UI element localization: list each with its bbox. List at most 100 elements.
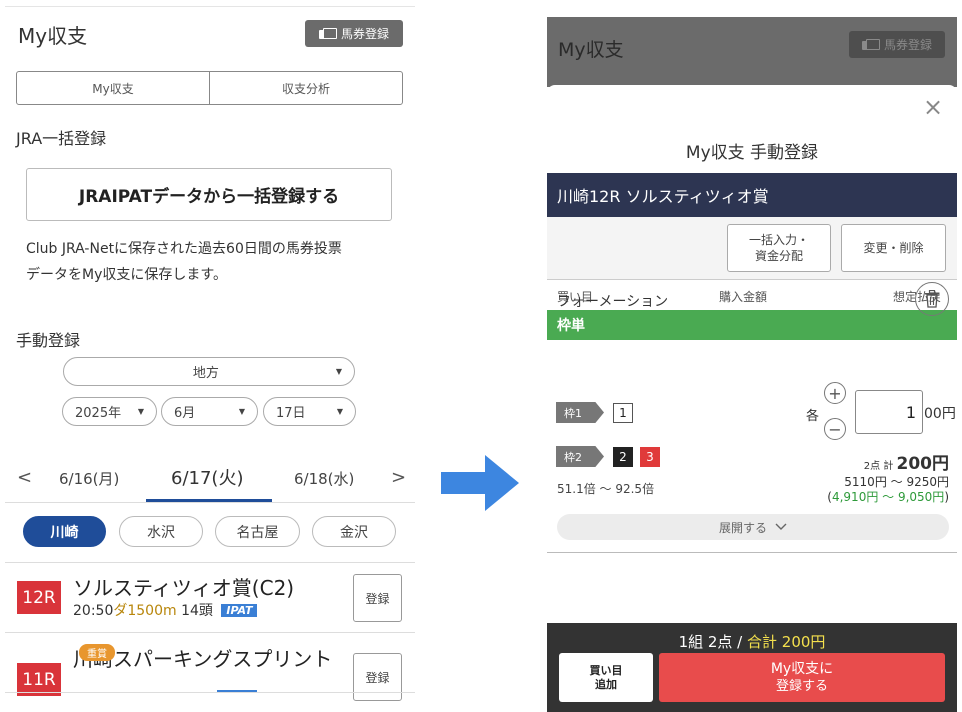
region-select[interactable]: 地方 ▼ <box>63 357 355 386</box>
ticket-icon <box>318 28 337 39</box>
year-value: 2025年 <box>75 406 122 421</box>
add-line2: 追加 <box>595 677 617 691</box>
footer-summary: 1組 2点 / 合計 200円 <box>547 631 957 652</box>
register-ticket-button[interactable]: 馬券登録 <box>305 20 403 47</box>
ipat-badge: IPAT <box>221 604 258 617</box>
chevron-down-icon <box>775 523 787 530</box>
waku2-tag: 枠2 <box>556 446 604 467</box>
payout-range: 5110円 ～ 9250円 <box>844 475 949 489</box>
formation-label: フォーメーション <box>557 294 669 310</box>
total-label: 計 <box>883 461 894 472</box>
waku-number: 2 <box>613 447 633 467</box>
tab-my-balance[interactable]: My収支 <box>17 72 209 104</box>
ticket-icon <box>861 39 880 50</box>
venue-kawasaki[interactable]: 川崎 <box>23 516 106 547</box>
amount-suffix: 00円 <box>924 406 956 422</box>
modal-title: My収支 手動登録 <box>685 143 819 163</box>
jra-desc-line1: Club JRA-Netに保存された過去60日間の馬券投票 <box>26 241 342 257</box>
race-row[interactable]: 12R ソルスティツィオ賞(C2) 20:50ダ1500m 14頭 IPAT 登… <box>5 562 415 632</box>
day-value: 17日 <box>276 406 306 421</box>
jra-description: Club JRA-Netに保存された過去60日間の馬券投票 データをMy収支に保… <box>26 236 401 288</box>
save-line1: My収支に <box>770 660 834 677</box>
close-icon[interactable]: × <box>923 93 943 121</box>
jra-desc-line2: データをMy収支に保存します。 <box>26 267 227 283</box>
month-value: 6月 <box>174 406 196 421</box>
jra-bulk-register-button[interactable]: JRAIPATデータから一括登録する <box>26 168 392 221</box>
profit-close: ) <box>944 490 949 504</box>
day-select[interactable]: 17日 ▼ <box>263 397 356 426</box>
year-select[interactable]: 2025年 ▼ <box>62 397 157 426</box>
sheet-divider <box>547 552 957 553</box>
save-to-balance-button[interactable]: My収支に 登録する <box>659 653 945 702</box>
chevron-down-icon: ▼ <box>137 407 144 416</box>
col-amount: 購入金額 <box>719 290 768 304</box>
profit-line: (4,910円 ～ 9,050円) <box>827 490 949 505</box>
venue-mizusawa[interactable]: 水沢 <box>119 516 203 547</box>
right-screen: My収支 馬券登録 × My収支 手動登録 川崎12R ソルスティツィオ賞 一括… <box>547 17 957 712</box>
edit-delete-button[interactable]: 変更・削除 <box>841 224 946 272</box>
race-heads: 14頭 <box>181 603 213 619</box>
expand-label: 展開する <box>718 520 767 535</box>
dimmed-register-label: 馬券登録 <box>883 38 932 52</box>
date-tab-next[interactable]: 6/18(水) <box>294 468 354 489</box>
action-area: 一括入力・ 資金分配 変更・削除 <box>547 217 957 280</box>
register-ticket-label: 馬券登録 <box>340 27 389 41</box>
view-tabs: My収支 収支分析 <box>16 71 403 105</box>
left-screen: My収支 馬券登録 My収支 収支分析 JRA一括登録 JRAIPATデータから… <box>5 0 415 712</box>
expand-button[interactable]: 展開する <box>557 514 949 540</box>
bet-total: 2点 計 200円 <box>864 449 949 474</box>
jra-section-title: JRA一括登録 <box>16 129 107 148</box>
trash-icon[interactable] <box>915 282 949 316</box>
bulk-input-line1: 一括入力・ <box>748 233 809 247</box>
next-day-icon[interactable]: > <box>391 467 406 488</box>
race-name: ソルスティツィオ賞(C2) <box>73 576 295 600</box>
race-register-button[interactable]: 登録 <box>353 574 402 622</box>
dimmed-header: My収支 馬券登録 <box>547 17 957 87</box>
date-tabs: < 6/16(月) 6/17(火) 6/18(水) > <box>5 455 415 503</box>
odds-range: 51.1倍 ～ 92.5倍 <box>557 482 655 496</box>
waku-number: 1 <box>613 403 633 423</box>
waku1-tag: 枠1 <box>556 402 604 423</box>
bottom-divider <box>5 692 415 693</box>
trash-glyph <box>925 290 939 308</box>
footer-total: 合計 200円 <box>747 633 826 651</box>
arrow-right-icon <box>441 455 519 511</box>
bulk-input-line2: 資金分配 <box>754 249 803 263</box>
amount-input[interactable]: 1 <box>855 390 923 434</box>
profit-range: 4,910円 ～ 9,050円 <box>831 490 945 504</box>
footer-bar: 1組 2点 / 合計 200円 買い目 追加 My収支に 登録する <box>547 623 957 712</box>
page-title: My収支 <box>18 24 88 48</box>
tab-balance-analysis[interactable]: 収支分析 <box>209 72 402 104</box>
save-line2: 登録する <box>775 678 828 694</box>
top-divider <box>5 6 415 7</box>
race-register-button[interactable]: 登録 <box>353 653 402 701</box>
manual-section-title: 手動登録 <box>16 331 81 350</box>
minus-icon[interactable]: − <box>824 418 846 440</box>
race-time: 20:50 <box>73 603 114 619</box>
date-tab-current[interactable]: 6/17(火) <box>171 464 243 490</box>
each-label: 各 <box>806 409 820 424</box>
points-label: 2点 <box>863 461 881 472</box>
grade-badge: 重賞 <box>79 644 115 661</box>
bulk-input-button[interactable]: 一括入力・ 資金分配 <box>727 224 831 272</box>
payout-info: 5110円 ～ 9250円 (4,910円 ～ 9,050円) <box>827 475 949 505</box>
dimmed-register-button: 馬券登録 <box>849 31 945 58</box>
race-number-badge: 12R <box>17 581 61 614</box>
chevron-down-icon: ▼ <box>336 407 343 416</box>
dimmed-page-title: My収支 <box>558 39 624 61</box>
add-selection-button[interactable]: 買い目 追加 <box>559 653 653 702</box>
venue-nagoya[interactable]: 名古屋 <box>215 516 300 547</box>
chevron-down-icon: ▼ <box>238 407 245 416</box>
add-line1: 買い目 <box>589 663 623 677</box>
race-info: 20:50ダ1500m 14頭 IPAT <box>73 600 258 620</box>
venue-kanazawa[interactable]: 金沢 <box>312 516 396 547</box>
region-value: 地方 <box>192 366 219 381</box>
prev-day-icon[interactable]: < <box>17 467 32 488</box>
chevron-down-icon: ▼ <box>335 367 342 376</box>
month-select[interactable]: 6月 ▼ <box>161 397 258 426</box>
plus-icon[interactable]: + <box>824 382 846 404</box>
waku-number: 3 <box>640 447 660 467</box>
footer-count: 1組 2点 / <box>678 633 743 651</box>
date-tab-prev[interactable]: 6/16(月) <box>59 468 119 489</box>
bet-type-bar: 枠単 <box>547 310 957 340</box>
